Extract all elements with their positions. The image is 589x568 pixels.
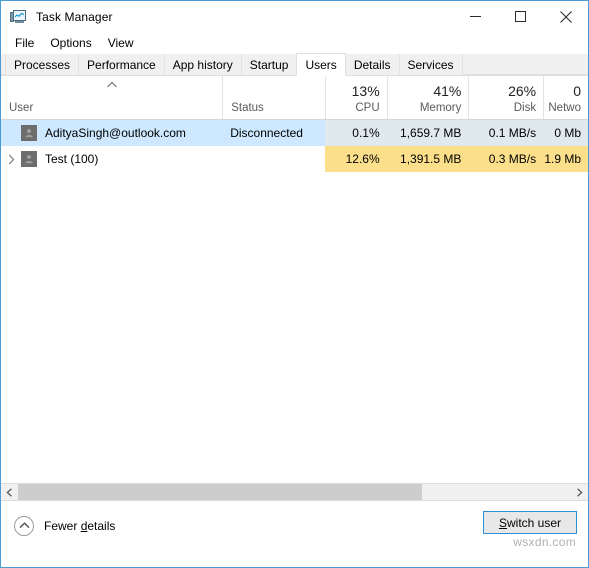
menu-item-view[interactable]: View (100, 34, 142, 52)
maximize-icon (515, 11, 526, 22)
row-user-name: AdityaSingh@outlook.com (45, 126, 186, 140)
row-status-cell (222, 146, 325, 172)
tab-processes[interactable]: Processes (5, 54, 80, 75)
watermark: wsxdn.com (513, 535, 576, 549)
scrollbar-thumb[interactable] (18, 483, 422, 501)
person-glyph-icon (25, 129, 33, 138)
caret-up-icon (106, 81, 117, 88)
fewer-details-button[interactable]: Fewer details (14, 515, 115, 536)
minimize-icon (470, 16, 481, 17)
scrollbar-track[interactable] (18, 483, 571, 501)
column-header-status[interactable]: Status (222, 76, 325, 119)
window-title: Task Manager (36, 9, 113, 24)
column-header-row: User Status 13% CPU 41% Memory 26% Disk … (1, 76, 588, 120)
column-header-memory-label: Memory (419, 102, 462, 114)
row-network-cell: 0 Mb (543, 120, 588, 146)
title-bar: Task Manager (1, 1, 588, 32)
column-header-user[interactable]: User (1, 76, 222, 119)
column-header-disk[interactable]: 26% Disk (468, 76, 543, 119)
row-memory-cell: 1,659.7 MB (386, 120, 469, 146)
close-button[interactable] (543, 1, 588, 32)
row-cpu-cell: 0.1% (324, 120, 387, 146)
memory-total-percent: 41% (433, 83, 462, 99)
task-manager-window: Task Manager File Options View Processes… (0, 0, 589, 568)
row-user-name: Test (100) (45, 152, 99, 166)
column-header-cpu-label: CPU (355, 102, 380, 114)
column-header-network[interactable]: 0 Netwo (543, 76, 588, 119)
close-icon (559, 10, 572, 23)
fewer-details-suffix: etails (87, 518, 116, 533)
row-memory-cell: 1,391.5 MB (386, 146, 469, 172)
menu-bar: File Options View (1, 32, 588, 54)
circle-chevron-up-icon (14, 515, 34, 536)
switch-user-accel: S (498, 515, 507, 530)
window-controls (453, 1, 588, 32)
horizontal-scrollbar[interactable] (1, 483, 588, 501)
tab-users[interactable]: Users (296, 53, 346, 76)
menu-item-file[interactable]: File (7, 34, 42, 52)
tab-strip: Processes Performance App history Startu… (1, 53, 588, 76)
chevron-right-icon (8, 154, 15, 164)
minimize-button[interactable] (453, 1, 498, 32)
cpu-total-percent: 13% (351, 83, 380, 99)
chevron-up-icon (19, 522, 29, 529)
disk-total-percent: 26% (508, 83, 537, 99)
row-user-cell: Test (100) (1, 146, 222, 172)
chevron-left-icon (6, 487, 12, 497)
row-user-cell: AdityaSingh@outlook.com (1, 120, 222, 146)
fewer-details-label: Fewer details (44, 519, 115, 533)
column-header-cpu[interactable]: 13% CPU (324, 76, 387, 119)
network-total-value: 0 (573, 83, 581, 99)
maximize-button[interactable] (498, 1, 543, 32)
table-row[interactable]: Test (100) 12.6% 1,391.5 MB 0.3 MB/s 1.9… (1, 146, 588, 172)
row-expander[interactable] (1, 154, 21, 165)
switch-user-label: witch user (506, 515, 562, 530)
row-status-cell: Disconnected (230, 126, 303, 140)
row-network-cell: 1.9 Mb (543, 146, 588, 172)
user-avatar-icon (21, 125, 37, 141)
column-header-user-label: User (9, 102, 34, 114)
chevron-right-icon (577, 487, 583, 497)
column-header-memory[interactable]: 41% Memory (386, 76, 469, 119)
chart-glyph-icon (15, 12, 24, 17)
column-header-network-label: Netwo (548, 102, 581, 114)
row-disk-cell: 0.1 MB/s (468, 120, 544, 146)
tab-details[interactable]: Details (344, 54, 400, 75)
switch-user-button[interactable]: Switch user (483, 511, 577, 534)
column-header-status-label: Status (231, 102, 264, 114)
scroll-right-button[interactable] (571, 483, 588, 501)
column-header-disk-label: Disk (513, 102, 537, 114)
scroll-left-button[interactable] (1, 483, 18, 501)
tab-services[interactable]: Services (398, 54, 463, 75)
task-manager-icon (10, 9, 27, 25)
users-list-area: User Status 13% CPU 41% Memory 26% Disk … (1, 76, 588, 483)
person-glyph-icon (25, 155, 33, 164)
status-bar: Fewer details Switch user wsxdn.com (1, 500, 588, 550)
tab-app-history[interactable]: App history (163, 54, 242, 75)
tab-performance[interactable]: Performance (78, 54, 165, 75)
row-disk-cell: 0.3 MB/s (468, 146, 544, 172)
tab-startup[interactable]: Startup (240, 54, 298, 75)
fewer-details-prefix: Fewer (44, 518, 81, 533)
row-cpu-cell: 12.6% (324, 146, 387, 172)
menu-item-options[interactable]: Options (42, 34, 99, 52)
user-avatar-icon (21, 151, 37, 167)
table-row[interactable]: AdityaSingh@outlook.com Disconnected 0.1… (1, 120, 588, 146)
